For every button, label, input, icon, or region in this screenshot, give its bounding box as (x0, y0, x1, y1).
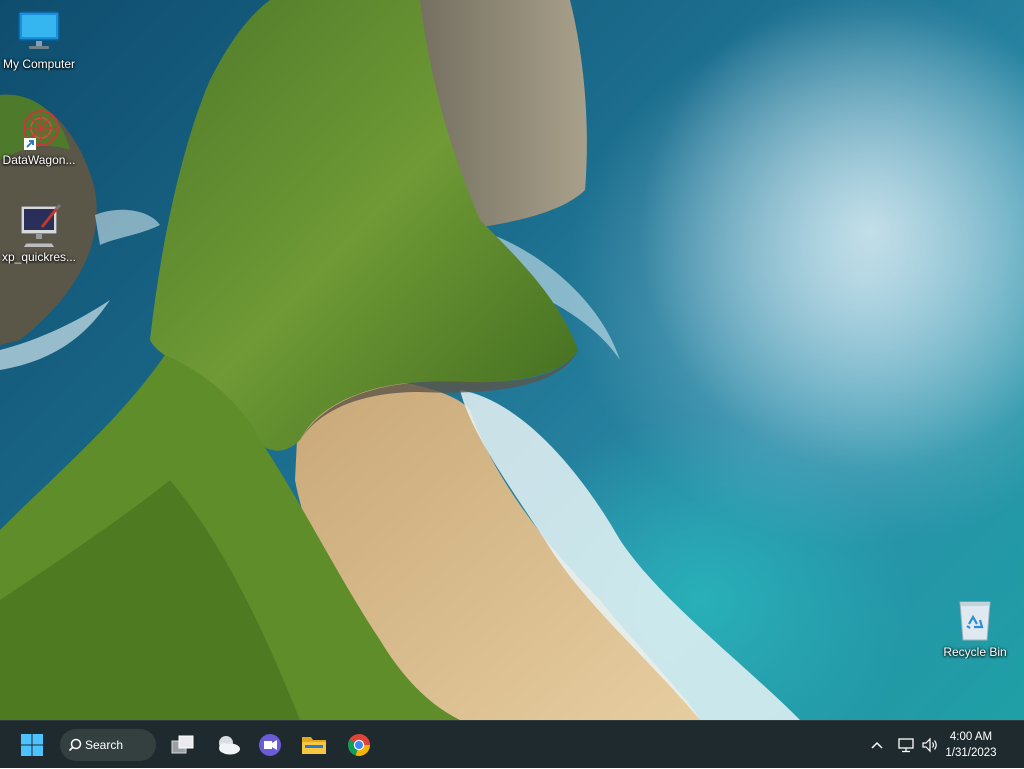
weather-widget-icon (219, 736, 240, 755)
chevron-up-icon (871, 741, 883, 749)
file-explorer-button[interactable] (296, 727, 332, 763)
desktop-icon-xp-quickres[interactable]: xp_quickres... (0, 203, 78, 264)
monitor-icon (16, 10, 62, 54)
teams-chat-icon (259, 734, 281, 756)
task-view-button[interactable] (165, 727, 201, 763)
wallpaper-art (0, 0, 1024, 720)
desktop-wallpaper (0, 0, 1024, 720)
desktop-icon-label: Recycle Bin (943, 645, 1007, 659)
chrome-button[interactable] (341, 727, 377, 763)
desktop-icon-label: DataWagon... (2, 153, 76, 167)
file-explorer-icon (302, 737, 326, 754)
desktop-icon-label: My Computer (2, 57, 76, 71)
clock-date: 1/31/2023 (945, 747, 997, 759)
desktop-icon-datawagon[interactable]: DataWagon... (0, 106, 78, 167)
search-box[interactable]: Search (60, 729, 156, 761)
search-icon (68, 738, 82, 752)
datawagon-icon (16, 106, 62, 150)
clock-time: 4:00 AM (949, 731, 993, 743)
xp-quickres-icon (16, 203, 62, 250)
desktop-icon-label: xp_quickres... (1, 250, 77, 264)
clock[interactable]: 4:00 AM 1/31/2023 (936, 729, 1006, 761)
search-label: Search (85, 738, 124, 752)
start-icon (21, 734, 43, 756)
chrome-icon (348, 734, 370, 757)
taskbar: Search 4:00 AM 1/31/2023 (0, 720, 1024, 768)
network-icon (898, 738, 914, 753)
network-button[interactable] (894, 721, 918, 769)
start-button[interactable] (14, 727, 50, 763)
desktop-icon-recycle-bin[interactable]: Recycle Bin (936, 598, 1014, 659)
show-hidden-icons-button[interactable] (866, 721, 888, 769)
weather-widget-button[interactable] (210, 727, 246, 763)
recycle-bin-icon (952, 598, 998, 642)
teams-chat-button[interactable] (252, 727, 288, 763)
task-view-icon (171, 735, 194, 754)
desktop-icon-my-computer[interactable]: My Computer (0, 10, 78, 71)
